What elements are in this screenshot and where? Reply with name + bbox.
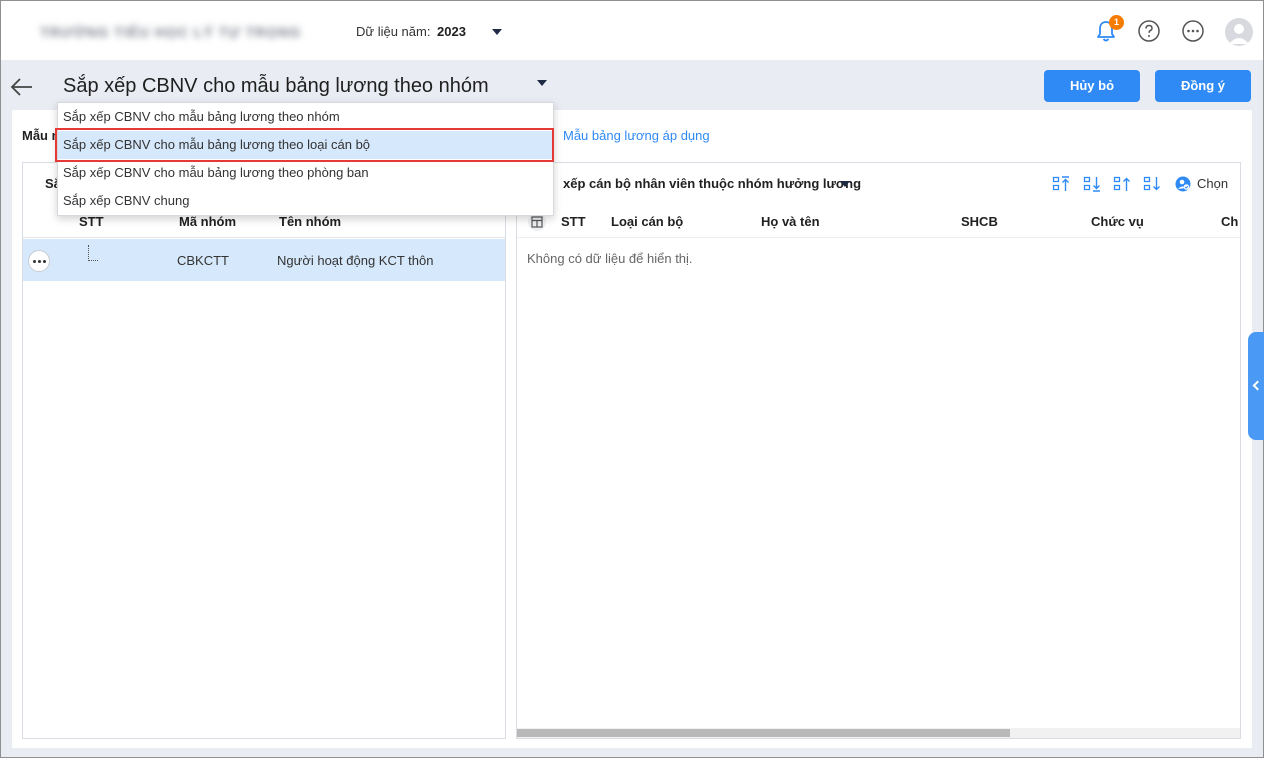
move-up-icon[interactable]	[1113, 175, 1131, 193]
dropdown-item-chung[interactable]: Sắp xếp CBNV chung	[58, 187, 553, 215]
dropdown-item-theo-loai-can-bo[interactable]: Sắp xếp CBNV cho mẫu bảng lương theo loạ…	[58, 131, 553, 159]
avatar-icon	[1229, 24, 1249, 44]
empty-message: Không có dữ liệu để hiển thị.	[527, 251, 693, 266]
column-header-loai-can-bo: Loại cán bộ	[611, 214, 684, 229]
org-name: TRƯỜNG TIỂU HỌC LÝ TỰ TRỌNG	[40, 24, 302, 40]
help-icon[interactable]	[1136, 18, 1162, 44]
person-check-icon[interactable]	[1175, 176, 1191, 192]
employee-panel-title[interactable]: xếp cán bộ nhân viên thuộc nhóm hưởng lư…	[563, 176, 861, 191]
column-header-ten-nhom: Tên nhóm	[279, 214, 342, 229]
year-value[interactable]: 2023	[437, 24, 466, 39]
dropdown-item-theo-nhom[interactable]: Sắp xếp CBNV cho mẫu bảng lương theo nhó…	[58, 103, 553, 131]
year-dropdown-caret-icon[interactable]	[492, 29, 502, 35]
move-down-icon[interactable]	[1143, 175, 1161, 193]
side-panel-toggle[interactable]	[1248, 332, 1264, 440]
column-header-truncated: Chu	[1221, 214, 1239, 229]
move-top-icon[interactable]	[1052, 175, 1070, 193]
row-more-button[interactable]	[28, 250, 50, 272]
cell-group-code: CBKCTT	[177, 253, 229, 268]
more-horizontal-icon[interactable]	[1180, 18, 1206, 44]
tree-connector	[88, 245, 98, 261]
choose-button[interactable]: Chọn	[1197, 176, 1228, 191]
column-header-shcb: SHCB	[961, 214, 998, 229]
ok-button[interactable]: Đồng ý	[1155, 70, 1251, 102]
salary-template-link[interactable]: Mẫu bảng lương áp dụng	[563, 128, 710, 143]
column-header-ho-va-ten: Họ và tên	[761, 214, 820, 229]
cell-group-name: Người hoạt động KCT thôn	[277, 253, 434, 268]
avatar[interactable]	[1225, 18, 1253, 46]
column-header-stt-right: STT	[561, 214, 586, 229]
year-label: Dữ liệu năm:	[356, 24, 431, 39]
notification-badge: 1	[1109, 15, 1124, 30]
sort-mode-dropdown: Sắp xếp CBNV cho mẫu bảng lương theo nhó…	[57, 102, 554, 216]
dropdown-item-theo-phong-ban[interactable]: Sắp xếp CBNV cho mẫu bảng lương theo phò…	[58, 159, 553, 187]
employee-panel	[516, 162, 1241, 739]
column-header-ma-nhom: Mã nhóm	[179, 214, 237, 229]
cancel-button[interactable]: Hủy bỏ	[1044, 70, 1140, 102]
back-arrow-icon[interactable]	[10, 76, 34, 98]
mau-label: Mẫu n	[22, 128, 60, 143]
column-header-stt: STT	[79, 214, 104, 229]
title-dropdown-caret-icon[interactable]	[537, 80, 547, 86]
horizontal-scrollbar-thumb[interactable]	[517, 729, 1010, 737]
employee-panel-caret-icon[interactable]	[840, 181, 850, 187]
page-title[interactable]: Sắp xếp CBNV cho mẫu bảng lương theo nhó…	[63, 75, 489, 98]
column-header-chuc-vu: Chức vụ	[1091, 214, 1144, 229]
move-bottom-icon[interactable]	[1083, 175, 1101, 193]
